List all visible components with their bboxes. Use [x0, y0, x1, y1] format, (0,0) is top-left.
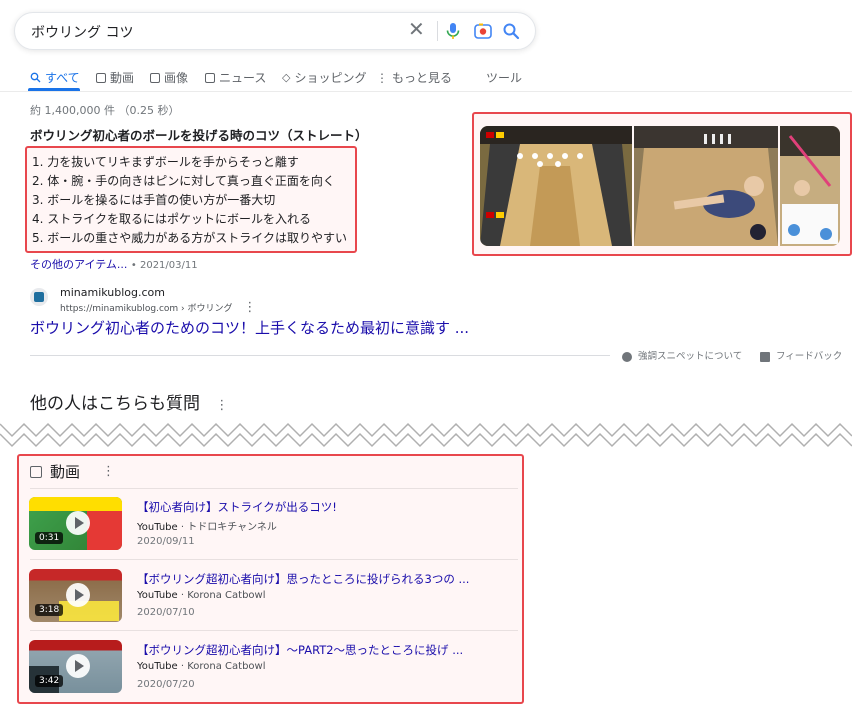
- list-item: 2. 体・腕・手の向きはピンに対して真っ直ぐ正面を向く: [32, 174, 335, 188]
- video-channel: Korona Catbowl: [187, 590, 266, 601]
- video-platform: YouTube: [137, 661, 178, 672]
- list-item: 3. ボールを操るには手首の使い方が一番大切: [32, 193, 276, 207]
- news-icon: [205, 72, 215, 83]
- video-channel: Korona Catbowl: [187, 661, 266, 672]
- video-thumbnail[interactable]: 3:42: [29, 640, 122, 693]
- video-platform: YouTube: [137, 522, 178, 533]
- breadcrumb: https://minamikublog.com › ボウリング: [60, 304, 233, 314]
- search-icon: [30, 72, 41, 83]
- tab-label: すべて: [45, 71, 80, 85]
- tab-all[interactable]: すべて: [30, 69, 80, 86]
- list-item: 1. 力を抜いてリキまずボールを手からそっと離す: [32, 155, 299, 169]
- bowler-image[interactable]: [634, 126, 778, 246]
- tab-label: 画像: [164, 71, 189, 85]
- video-section-title: 動画: [50, 463, 81, 481]
- video-title-link[interactable]: 【初心者向け】ストライクが出るコツ!: [137, 499, 337, 515]
- tabs-divider: [0, 91, 852, 92]
- video-channel: トドロキチャンネル: [187, 522, 277, 533]
- snippet-list-highlight: 1. 力を抜いてリキまずボールを手からそっと離す 2. 体・腕・手の向きはピンに…: [25, 146, 357, 253]
- video-source: YouTube · Korona Catbowl: [137, 661, 266, 672]
- video-duration: 3:18: [35, 604, 64, 616]
- more-vert-icon[interactable]: ⋮: [215, 398, 228, 413]
- about-snippets-link[interactable]: 強調スニペットについて: [622, 348, 742, 362]
- video-divider: [30, 488, 518, 489]
- snippet-date: 2021/03/11: [139, 260, 198, 271]
- video-date: 2020/07/10: [137, 607, 195, 618]
- help-icon: [622, 351, 632, 362]
- play-icon: [66, 511, 90, 535]
- video-date: 2020/07/20: [137, 679, 195, 690]
- video-thumbnail[interactable]: 0:31: [29, 497, 122, 550]
- video-duration: 3:42: [35, 675, 64, 687]
- search-box[interactable]: ボウリング コツ ✕: [14, 12, 536, 50]
- tab-shopping[interactable]: ◇ ショッピング: [282, 69, 366, 86]
- more-items-link[interactable]: その他のアイテム... • 2021/03/11: [30, 256, 198, 272]
- snippet-footer-divider: [30, 355, 610, 356]
- list-item: 5. ボールの重さや威力がある方がストライクは取りやすい: [32, 231, 348, 245]
- result-stats: 約 1,400,000 件 （0.25 秒）: [30, 104, 180, 117]
- site-breadcrumb[interactable]: https://minamikublog.com › ボウリング ⋮: [60, 300, 256, 315]
- feedback-link[interactable]: フィードバック: [760, 348, 842, 362]
- video-title-link[interactable]: 【ボウリング超初心者向け】思ったところに投げられる3つの ...: [137, 571, 469, 587]
- video-platform: YouTube: [137, 590, 178, 601]
- video-section-header: 動画 ⋮: [30, 461, 115, 482]
- video-source: YouTube · Korona Catbowl: [137, 590, 266, 601]
- tab-news[interactable]: ニュース: [205, 69, 266, 86]
- feedback-label: フィードバック: [776, 351, 843, 362]
- tab-images[interactable]: 画像: [150, 69, 188, 86]
- tools-label: ツール: [486, 71, 523, 85]
- section-title: 他の人はこちらも質問: [30, 394, 200, 414]
- bowling-tip-image[interactable]: [780, 126, 840, 246]
- more-vert-icon: ⋮: [376, 70, 388, 85]
- tab-more[interactable]: ⋮ もっと見る: [376, 69, 452, 86]
- about-label: 強調スニペットについて: [638, 351, 743, 362]
- video-duration: 0:31: [35, 532, 64, 544]
- search-icon[interactable]: [501, 21, 521, 41]
- image-icon: [150, 72, 160, 83]
- play-icon: [66, 654, 90, 678]
- tab-videos[interactable]: 動画: [96, 69, 134, 86]
- video-divider: [30, 559, 518, 560]
- video-thumbnail[interactable]: 3:18: [29, 569, 122, 622]
- people-also-ask-title: 他の人はこちらも質問 ⋮: [30, 389, 228, 414]
- video-divider: [30, 630, 518, 631]
- torn-edge-divider: [0, 422, 852, 448]
- clear-icon[interactable]: ✕: [408, 19, 425, 39]
- tab-label: もっと見る: [392, 71, 453, 85]
- image-strip-highlight: [472, 112, 852, 256]
- tab-label: 動画: [110, 71, 135, 85]
- feedback-icon: [760, 351, 770, 362]
- camera-lens-icon[interactable]: [473, 21, 493, 41]
- tag-icon: ◇: [282, 71, 291, 84]
- search-divider: [437, 21, 438, 41]
- tools-button[interactable]: ツール: [486, 69, 522, 86]
- play-icon: [66, 583, 90, 607]
- more-vert-icon[interactable]: ⋮: [243, 300, 256, 315]
- video-title-link[interactable]: 【ボウリング超初心者向け】～PART2～思ったところに投げ ...: [137, 642, 463, 658]
- snippet-title: ボウリング初心者のボールを投げる時のコツ（ストレート）: [30, 128, 368, 143]
- list-item: 4. ストライクを取るにはポケットにボールを入れる: [32, 212, 312, 226]
- video-icon: [96, 72, 106, 83]
- search-input[interactable]: ボウリング コツ: [31, 22, 133, 42]
- video-date: 2020/09/11: [137, 536, 195, 547]
- video-source: YouTube · トドロキチャンネル: [137, 522, 277, 533]
- video-icon: [30, 465, 42, 478]
- microphone-icon[interactable]: [443, 21, 463, 41]
- bowling-lane-image[interactable]: [480, 126, 632, 246]
- result-title-link[interactable]: ボウリング初心者のためのコツ！上手くなるため最初に意識す ...: [30, 317, 469, 338]
- site-name[interactable]: minamikublog.com: [60, 286, 165, 299]
- tab-label: ニュース: [219, 71, 267, 85]
- site-favicon: [30, 288, 48, 306]
- tab-label: ショッピング: [294, 71, 367, 85]
- more-items-label: その他のアイテム...: [30, 258, 128, 271]
- more-vert-icon[interactable]: ⋮: [102, 464, 115, 479]
